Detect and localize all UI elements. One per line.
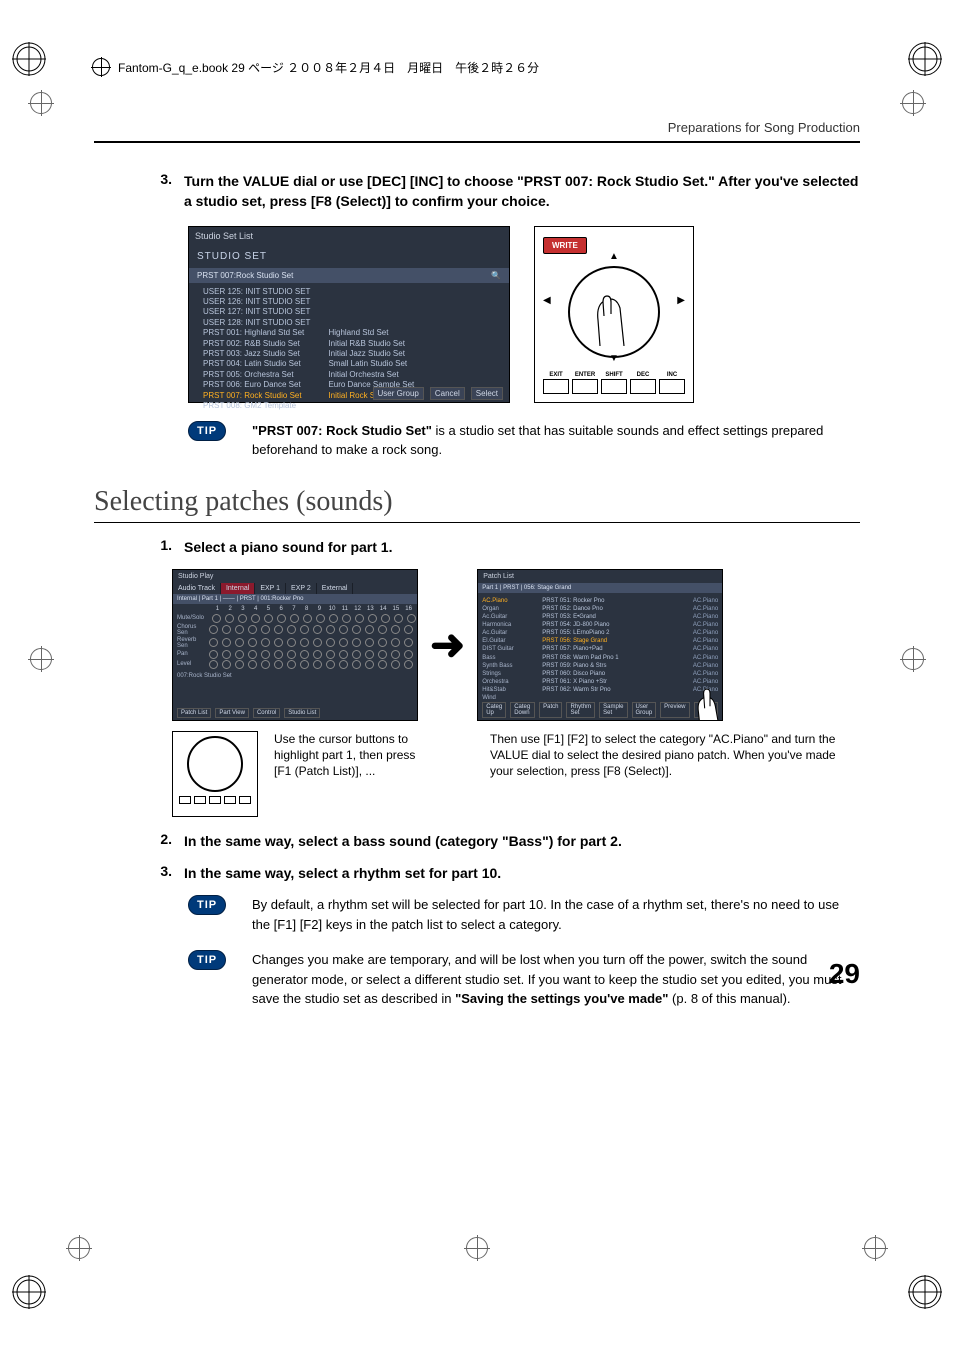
screenshot-softkeys: Categ UpCateg DownPatchRhythm SetSample … [482, 702, 718, 718]
screenshot-info: Internal | Part 1 | —— | PRST | 001:Rock… [173, 594, 417, 604]
caption-row: Use the cursor buttons to highlight part… [172, 731, 860, 817]
crop-mark-icon [864, 1237, 886, 1259]
step-3b: 3. In the same way, select a rhythm set … [94, 863, 860, 883]
step-text: Turn the VALUE dial or use [DEC] [INC] t… [184, 171, 860, 212]
studio-set-label: 007:Rock Studio Set [173, 671, 417, 681]
tip-1: TIP "PRST 007: Rock Studio Set" is a stu… [188, 421, 860, 460]
section-rule [94, 522, 860, 523]
tip-3: TIP Changes you make are temporary, and … [188, 950, 860, 1009]
studio-set-list-screenshot: Studio Set List STUDIO SET PRST 007:Rock… [188, 226, 510, 403]
tip-text: By default, a rhythm set will be selecte… [252, 895, 860, 934]
caption-left: Use the cursor buttons to highlight part… [274, 731, 434, 780]
step-number: 1. [94, 537, 184, 557]
crop-mark-icon [68, 1237, 90, 1259]
tip-text: "PRST 007: Rock Studio Set" is a studio … [252, 421, 860, 460]
value-dial-diagram: WRITE ▲ ◀ ▶ ▼ [534, 226, 694, 403]
patch-list-screenshot: Patch List Part 1 | PRST | 056: Stage Gr… [477, 569, 723, 721]
step-1: 1. Select a piano sound for part 1. [94, 537, 860, 557]
tip-badge: TIP [188, 950, 226, 970]
pointing-hand-icon [694, 687, 723, 721]
header-rule [94, 141, 860, 143]
step-2: 2. In the same way, select a bass sound … [94, 831, 860, 851]
figure-row-1: Studio Set List STUDIO SET PRST 007:Rock… [188, 226, 860, 403]
corner-mark-icon [12, 1275, 46, 1309]
section-heading: Selecting patches (sounds) [94, 486, 860, 518]
screenshot-tabs: Audio TrackInternalEXP 1EXP 2External [173, 583, 417, 594]
screenshot-titlebar: Studio Play [173, 570, 417, 583]
page-number: 29 [829, 958, 860, 990]
figure-row-2: Studio Play Audio TrackInternalEXP 1EXP … [172, 569, 860, 721]
arrow-right-icon: ➜ [426, 620, 469, 669]
step-text: In the same way, select a rhythm set for… [184, 863, 860, 883]
step-text: Select a piano sound for part 1. [184, 537, 860, 557]
screenshot-titlebar: Patch List [478, 570, 722, 583]
caption-right: Then use [F1] [F2] to select the categor… [490, 731, 860, 780]
arrow-left-icon: ◀ [543, 295, 551, 306]
mixer-grid: Mute/SoloChorus SenReverb SenPanLevel [173, 612, 417, 671]
tip-badge: TIP [188, 421, 226, 441]
step-3: 3. Turn the VALUE dial or use [DEC] [INC… [94, 171, 860, 212]
screenshot-heading: STUDIO SET [189, 245, 509, 268]
screenshot-softkeys: User GroupCancelSelect [373, 387, 504, 400]
tip-badge: TIP [188, 895, 226, 915]
running-header: Preparations for Song Production [94, 120, 860, 135]
crop-mark-icon [466, 1237, 488, 1259]
part-numbers: 12345678910111213141516 [173, 604, 417, 612]
corner-mark-icon [908, 1275, 942, 1309]
studio-play-screenshot: Studio Play Audio TrackInternalEXP 1EXP … [172, 569, 418, 721]
screenshot-titlebar: Studio Set List [189, 227, 509, 245]
step-number: 3. [94, 863, 184, 883]
transport-buttons [541, 379, 687, 394]
screenshot-header: Part 1 | PRST | 056: Stage Grand [478, 583, 722, 593]
step-text: In the same way, select a bass sound (ca… [184, 831, 860, 851]
value-dial-icon [568, 266, 660, 358]
write-button: WRITE [543, 237, 587, 254]
tip-2: TIP By default, a rhythm set will be sel… [188, 895, 860, 934]
step-number: 2. [94, 831, 184, 851]
arrow-up-icon: ▲ [609, 251, 619, 262]
arrow-right-icon: ▶ [677, 295, 685, 306]
tip-text: Changes you make are temporary, and will… [252, 950, 860, 1009]
category-list: AC.PianoOrganAc.GuitarHarmonicaAc.Guitar… [478, 593, 538, 717]
arrow-down-icon: ▼ [609, 353, 619, 364]
screenshot-softkeys: Patch ListPart ViewControlStudio List [177, 708, 413, 718]
cursor-buttons-diagram [172, 731, 258, 817]
screenshot-selected: PRST 007:Rock Studio Set [197, 271, 293, 280]
step-number: 3. [94, 171, 184, 212]
